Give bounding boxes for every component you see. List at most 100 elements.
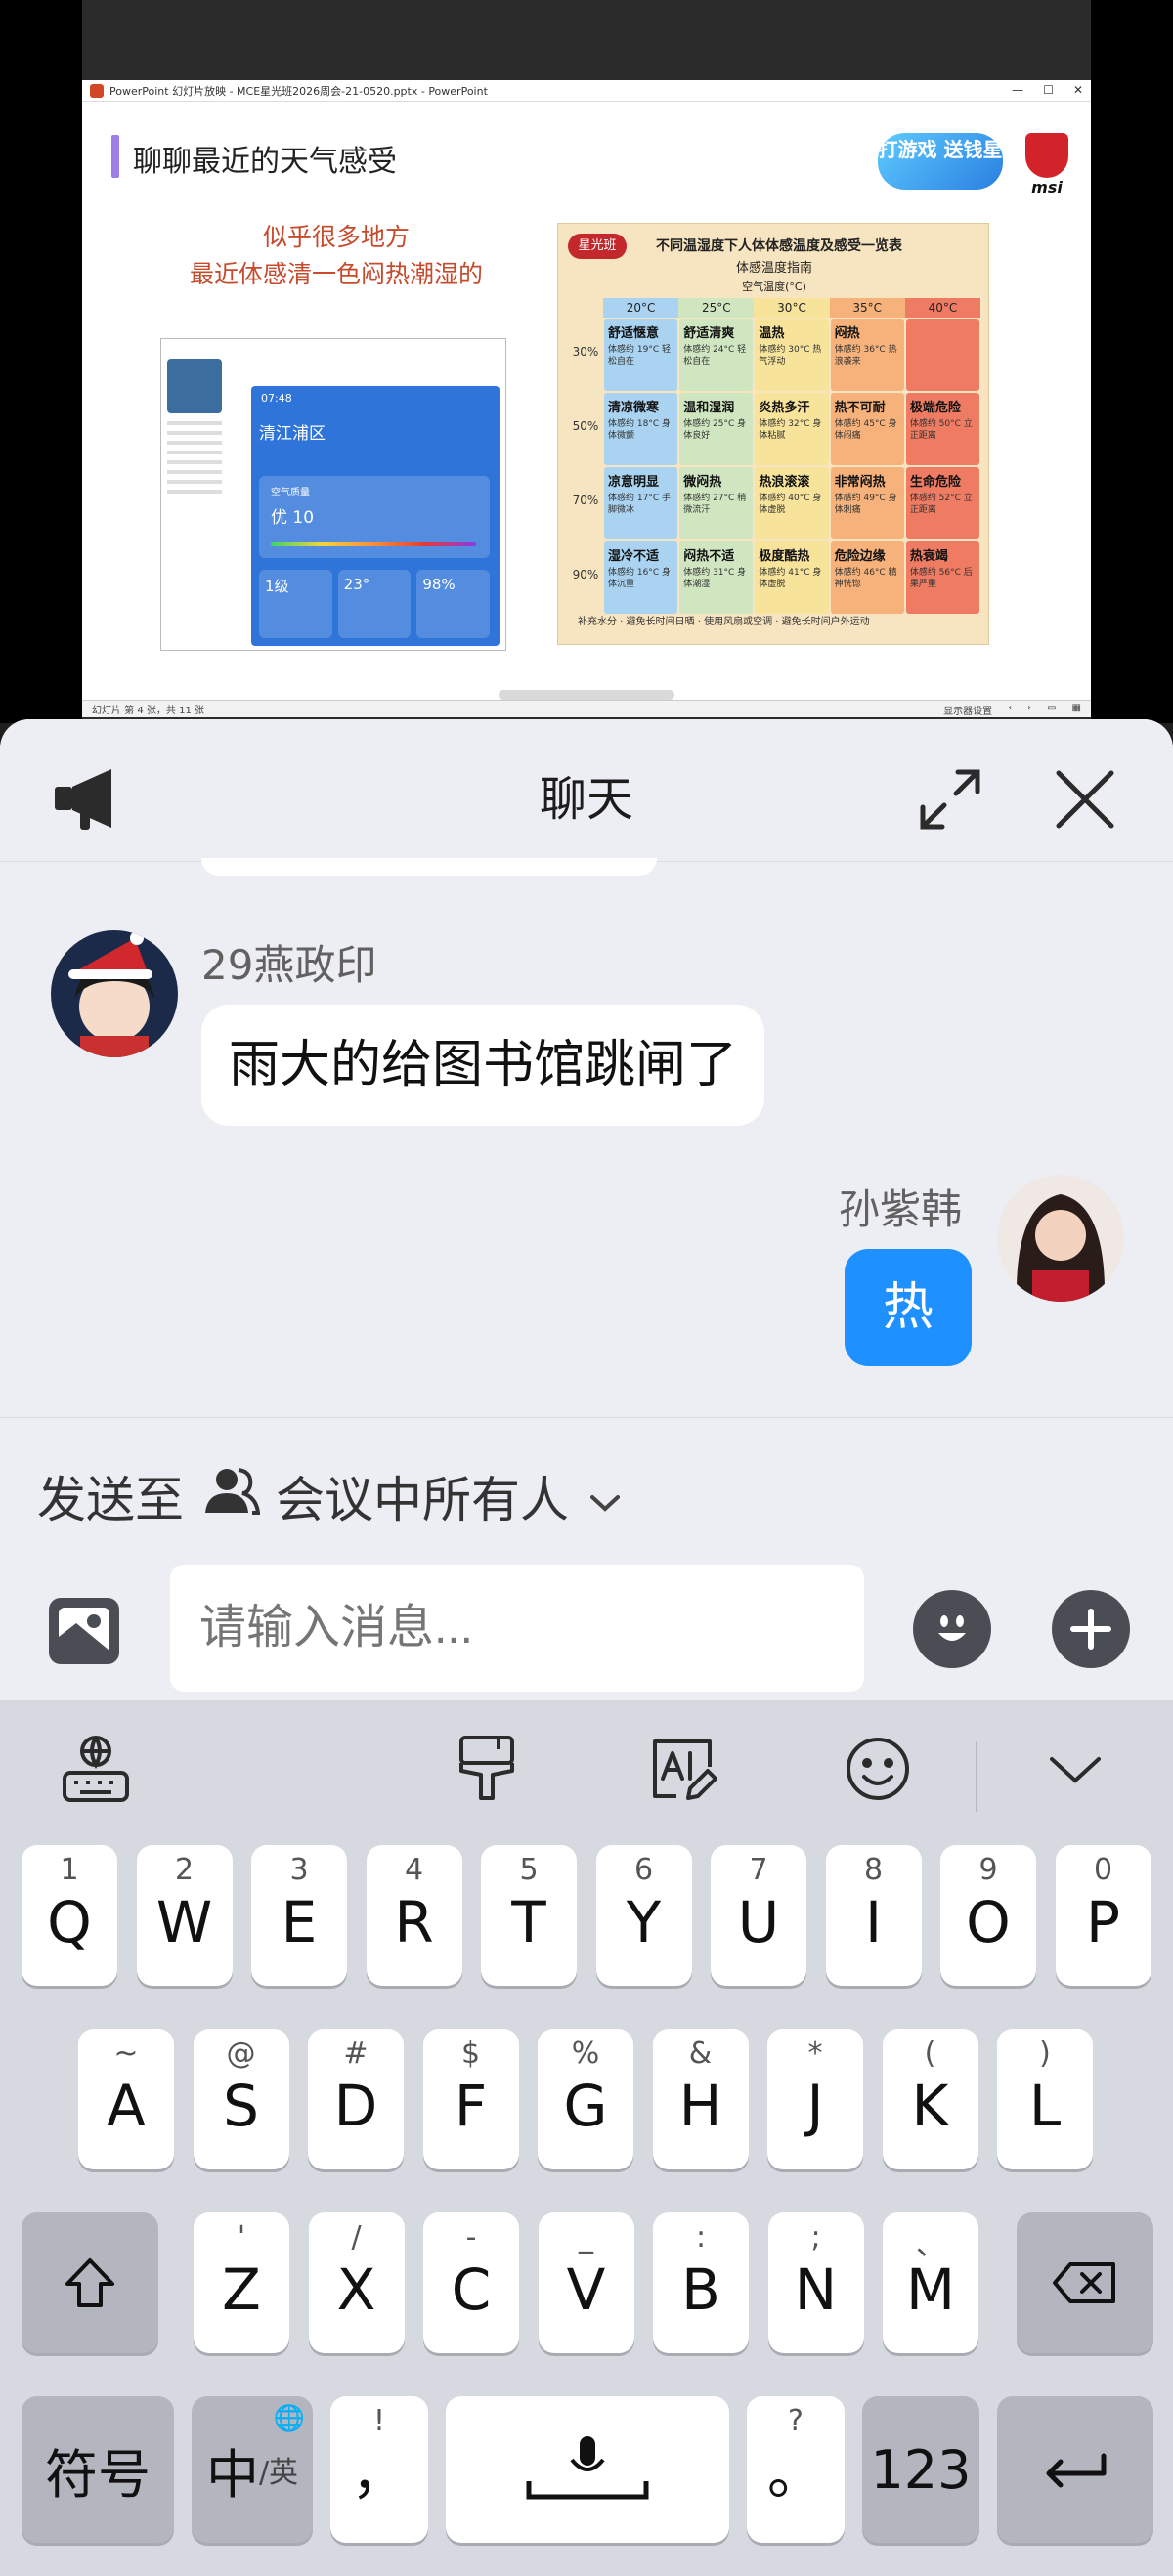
globe-icon: 🌐 (273, 2404, 305, 2433)
table-row: 90% 湿冷不适 体感约 16°C 身体沉重 闷热不适 体感约 31°C 身体潮湿 极度酷… (568, 540, 980, 615)
cell-feeling: 生命危险 (909, 475, 961, 490)
next-slide-icon[interactable]: › (1027, 703, 1031, 717)
recipient-selector[interactable]: 发送至 会议中所有人 (37, 1461, 622, 1531)
table-cell: 极度酷热 体感约 41°C 身体虚脱 (755, 541, 829, 614)
normal-view-icon[interactable]: ▭ (1047, 703, 1056, 717)
key-7[interactable]: 8I (825, 1845, 922, 1986)
numbers-key[interactable]: 123 (862, 2396, 979, 2543)
keyboard-settings-icon[interactable] (61, 1734, 131, 1804)
table-cell: 热衰竭 体感约 56°C 后果严重 (905, 541, 980, 614)
cell-feeling: 炎热多汗 (759, 401, 810, 415)
key-3[interactable]: _ V (538, 2212, 634, 2353)
emoji-keyboard-icon[interactable] (843, 1734, 913, 1804)
space-key[interactable] (446, 2396, 729, 2543)
slide-subtitle: 似乎很多地方 最近体感清一色闷热潮湿的 (141, 219, 532, 293)
period-key[interactable]: ?。 (747, 2396, 845, 2543)
key-4[interactable]: 5T (481, 1845, 577, 1986)
prev-slide-icon[interactable]: ‹ (1008, 703, 1012, 717)
key-secondary-label: ( (924, 2037, 936, 2071)
key-4[interactable]: :B (653, 2212, 749, 2353)
key-label: L (1028, 2073, 1062, 2139)
key-6[interactable]: 、 M (883, 2212, 978, 2353)
cell-feeling: 极端危险 (909, 401, 961, 415)
key-1[interactable]: / X (308, 2212, 405, 2353)
cell-feeling: 舒适惬意 (608, 326, 660, 341)
shift-key[interactable] (22, 2212, 158, 2353)
hide-keyboard-icon[interactable] (1040, 1734, 1110, 1804)
close-window-icon[interactable]: ✕ (1073, 83, 1083, 97)
key-secondary-label: ) (1039, 2037, 1051, 2071)
table-cell: 极端危险 体感约 50°C 立正距离 (905, 393, 980, 465)
key-0[interactable]: ' Z (194, 2212, 289, 2353)
cell-description: 体感约 41°C 身体虚脱 (759, 568, 822, 589)
key-9[interactable]: 0P (1055, 1845, 1151, 1986)
grid-view-icon[interactable]: ▦ (1072, 703, 1081, 717)
avatar-incoming[interactable] (51, 930, 178, 1057)
key-label: M (905, 2256, 956, 2323)
comma-key[interactable]: !， (330, 2396, 428, 2543)
humidity-tile: 98% (416, 570, 491, 638)
key-4[interactable]: % G (538, 2029, 633, 2169)
key-5[interactable]: ; N (767, 2212, 864, 2353)
key-0[interactable]: 1Q (22, 1845, 117, 1986)
key-label: C (451, 2256, 492, 2323)
display-settings[interactable]: 显示器设置 (943, 703, 992, 717)
key-6[interactable]: 7U (711, 1845, 806, 1986)
key-3[interactable]: $ F (422, 2029, 519, 2169)
key-2[interactable]: # D (308, 2029, 404, 2169)
ai-write-icon[interactable] (647, 1734, 717, 1804)
incoming-message-bubble[interactable]: 雨大的给图书馆跳闸了 (201, 1005, 765, 1126)
minimize-icon[interactable]: — (1012, 83, 1023, 97)
language-switch-key[interactable]: 中/英 🌐 (192, 2396, 313, 2543)
key-1[interactable]: 2W (136, 1845, 233, 1986)
symbols-key[interactable]: 符号 (22, 2396, 174, 2543)
key-5[interactable]: 6Y (595, 1845, 692, 1986)
keyboard-toolbar (0, 1700, 1173, 1837)
table-cell: 非常闷热 体感约 49°C 身体刺痛 (830, 467, 904, 539)
key-3[interactable]: 4R (366, 1845, 462, 1986)
cell-description: 体感约 32°C 身体粘腻 (759, 419, 822, 441)
message-input[interactable] (170, 1565, 864, 1692)
cell-description: 体感约 30°C 热气浮动 (759, 345, 822, 366)
cell-feeling: 湿冷不适 (608, 549, 660, 564)
enter-key[interactable] (997, 2396, 1153, 2543)
chat-title: 聊天 (539, 772, 633, 827)
table-cell: 温热 体感约 30°C 热气浮动 (755, 319, 829, 391)
key-label: S (223, 2073, 259, 2139)
key-secondary-label: _ (579, 2220, 593, 2254)
key-label: V (566, 2256, 606, 2323)
add-button[interactable] (1052, 1590, 1130, 1668)
plus-icon (1070, 1609, 1111, 1650)
table-cell: 闷热 体感约 36°C 热浪袭来 (830, 319, 904, 391)
cell-description: 体感约 25°C 身体良好 (683, 419, 747, 441)
key-2[interactable]: -C (423, 2212, 519, 2353)
close-icon[interactable] (1046, 760, 1124, 838)
maximize-icon[interactable]: ☐ (1043, 83, 1054, 97)
slide: 聊聊最近的天气感受 似乎很多地方 最近体感清一色闷热潮湿的 打游戏 送钱星 ms… (82, 102, 1091, 700)
outgoing-message-bubble[interactable]: 热 (845, 1249, 972, 1366)
air-quality-gradient (271, 542, 476, 546)
key-secondary-label: * (807, 2037, 823, 2071)
table-cell: 微闷热 体感约 27°C 稍微流汗 (679, 467, 754, 539)
key-0[interactable]: ~ A (78, 2029, 174, 2169)
key-6[interactable]: * J (767, 2029, 863, 2169)
microphone-space-icon (446, 2396, 729, 2543)
cell-feeling: 危险边缘 (834, 549, 886, 564)
table-cell: 凉意明显 体感约 17°C 手脚微冰 (604, 467, 678, 539)
expand-icon[interactable] (911, 760, 989, 838)
key-secondary-label: 2 (174, 1853, 195, 1887)
key-2[interactable]: 3E (251, 1845, 347, 1986)
key-label: Z (222, 2256, 261, 2323)
key-8[interactable]: 9O (940, 1845, 1036, 1986)
key-secondary-label: % (571, 2037, 600, 2071)
sheet-drag-handle[interactable] (499, 690, 674, 700)
emoji-button[interactable] (913, 1590, 991, 1668)
key-1[interactable]: @ S (193, 2029, 289, 2169)
image-picker-icon[interactable] (47, 1596, 121, 1666)
backspace-key[interactable] (1017, 2212, 1153, 2353)
key-5[interactable]: & H (652, 2029, 749, 2169)
key-8[interactable]: ) L (997, 2029, 1093, 2169)
avatar-outgoing[interactable] (997, 1175, 1124, 1302)
paint-brush-icon[interactable] (452, 1734, 522, 1804)
key-7[interactable]: (K (882, 2029, 978, 2169)
